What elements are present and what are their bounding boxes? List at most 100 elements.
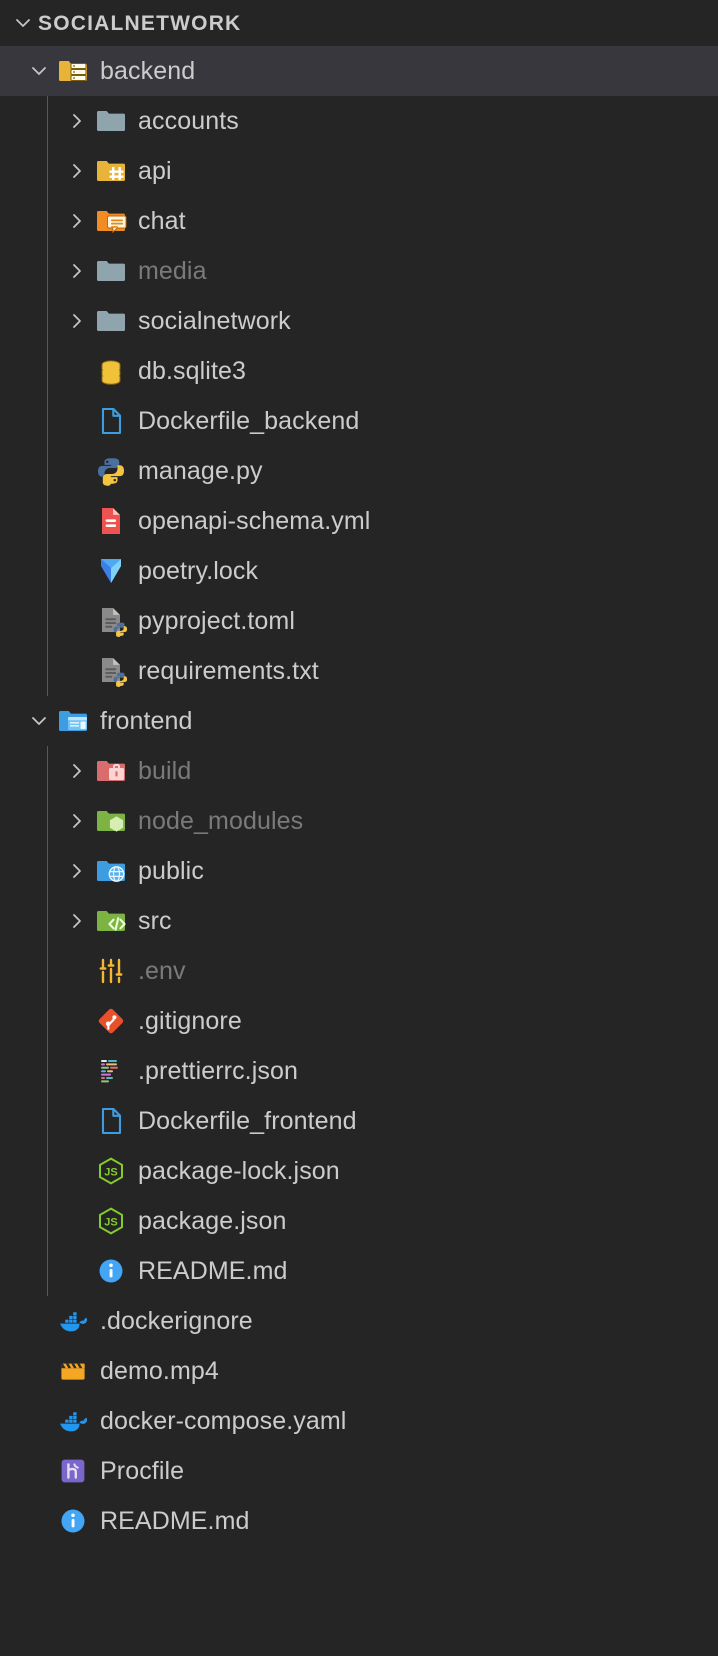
chevron-right-icon[interactable] bbox=[60, 846, 94, 896]
tree-item-label: demo.mp4 bbox=[100, 1359, 219, 1384]
tree-item-procfile[interactable]: Procfile bbox=[0, 1446, 718, 1496]
twisty-spacer bbox=[60, 496, 94, 546]
twisty-spacer bbox=[60, 346, 94, 396]
tree-item-label: .env bbox=[138, 959, 186, 984]
python-config-icon bbox=[94, 604, 128, 638]
twisty-spacer bbox=[22, 1446, 56, 1496]
tree-item-chat[interactable]: chat bbox=[0, 196, 718, 246]
tree-item-manage-py[interactable]: manage.py bbox=[0, 446, 718, 496]
tree-item-label: build bbox=[138, 759, 191, 784]
folder-default-icon bbox=[94, 304, 128, 338]
chevron-right-icon[interactable] bbox=[60, 146, 94, 196]
twisty-spacer bbox=[22, 1346, 56, 1396]
tree-item-label: Dockerfile_frontend bbox=[138, 1109, 357, 1134]
twisty-spacer bbox=[60, 446, 94, 496]
nodejs-icon: JS bbox=[94, 1154, 128, 1188]
tree-item-label: public bbox=[138, 859, 204, 884]
nodejs-icon: JS bbox=[94, 1204, 128, 1238]
tree-item-label: Dockerfile_backend bbox=[138, 409, 359, 434]
yaml-icon bbox=[94, 504, 128, 538]
explorer-root-row[interactable]: SOCIALNETWORK bbox=[0, 0, 718, 46]
tree-item-readme-md[interactable]: README.md bbox=[0, 1246, 718, 1296]
tree-item-label: .dockerignore bbox=[100, 1309, 253, 1334]
folder-src-icon bbox=[94, 904, 128, 938]
tree-item-db-sqlite3[interactable]: db.sqlite3 bbox=[0, 346, 718, 396]
tree-item-poetry-lock[interactable]: poetry.lock bbox=[0, 546, 718, 596]
tree-item-docker-compose-yaml[interactable]: docker-compose.yaml bbox=[0, 1396, 718, 1446]
tree-item-dockerfile-backend[interactable]: Dockerfile_backend bbox=[0, 396, 718, 446]
tree-item-src[interactable]: src bbox=[0, 896, 718, 946]
tree-item-socialnetwork[interactable]: socialnetwork bbox=[0, 296, 718, 346]
tree-item-dockerfile-frontend[interactable]: Dockerfile_frontend bbox=[0, 1096, 718, 1146]
database-icon bbox=[94, 354, 128, 388]
chevron-right-icon[interactable] bbox=[60, 246, 94, 296]
python-config-icon bbox=[94, 654, 128, 688]
tree-item-label: chat bbox=[138, 209, 186, 234]
folder-api-icon bbox=[94, 154, 128, 188]
tree-item-label: pyproject.toml bbox=[138, 609, 295, 634]
tree-item-pyproject-toml[interactable]: pyproject.toml bbox=[0, 596, 718, 646]
docker-icon bbox=[56, 1404, 90, 1438]
chevron-right-icon[interactable] bbox=[60, 196, 94, 246]
file-blue-outline-icon bbox=[94, 404, 128, 438]
tree-item-package-json[interactable]: JSpackage.json bbox=[0, 1196, 718, 1246]
twisty-spacer bbox=[60, 596, 94, 646]
heroku-icon bbox=[56, 1454, 90, 1488]
tree-item-media[interactable]: media bbox=[0, 246, 718, 296]
tree-item-public[interactable]: public bbox=[0, 846, 718, 896]
video-icon bbox=[56, 1354, 90, 1388]
info-icon bbox=[56, 1504, 90, 1538]
twisty-spacer bbox=[60, 646, 94, 696]
info-icon bbox=[94, 1254, 128, 1288]
twisty-spacer bbox=[60, 1146, 94, 1196]
tree-item-frontend[interactable]: frontend bbox=[0, 696, 718, 746]
tree-item-label: src bbox=[138, 909, 172, 934]
tree-item-label: .gitignore bbox=[138, 1009, 242, 1034]
tree-item-backend[interactable]: backend bbox=[0, 46, 718, 96]
tree-item-openapi-schema-yml[interactable]: openapi-schema.yml bbox=[0, 496, 718, 546]
tree-item-node-modules[interactable]: node_modules bbox=[0, 796, 718, 846]
tree-item-demo-mp4[interactable]: demo.mp4 bbox=[0, 1346, 718, 1396]
tree-item-env[interactable]: .env bbox=[0, 946, 718, 996]
twisty-spacer bbox=[60, 1246, 94, 1296]
folder-public-icon bbox=[94, 854, 128, 888]
tree-item-label: frontend bbox=[100, 709, 193, 734]
tree-item-build[interactable]: build bbox=[0, 746, 718, 796]
tree-item-label: openapi-schema.yml bbox=[138, 509, 370, 534]
tree-item-label: backend bbox=[100, 59, 195, 84]
folder-default-icon bbox=[94, 254, 128, 288]
file-explorer-tree: SOCIALNETWORK backend accounts api chat media… bbox=[0, 0, 718, 1656]
tree-item-label: manage.py bbox=[138, 459, 263, 484]
python-icon bbox=[94, 454, 128, 488]
tree-item-gitignore[interactable]: .gitignore bbox=[0, 996, 718, 1046]
chevron-down-icon[interactable] bbox=[22, 696, 56, 746]
twisty-spacer bbox=[22, 1496, 56, 1546]
chevron-right-icon[interactable] bbox=[60, 96, 94, 146]
chevron-right-icon[interactable] bbox=[60, 796, 94, 846]
svg-text:JS: JS bbox=[104, 1217, 117, 1229]
tree-item-accounts[interactable]: accounts bbox=[0, 96, 718, 146]
tree-item-requirements-txt[interactable]: requirements.txt bbox=[0, 646, 718, 696]
chevron-down-icon[interactable] bbox=[22, 46, 56, 96]
chevron-right-icon[interactable] bbox=[60, 296, 94, 346]
chevron-right-icon[interactable] bbox=[60, 896, 94, 946]
chevron-down-icon[interactable] bbox=[8, 0, 38, 46]
folder-default-icon bbox=[94, 104, 128, 138]
tree-item-api[interactable]: api bbox=[0, 146, 718, 196]
tree-item-prettierrc-json[interactable]: .prettierrc.json bbox=[0, 1046, 718, 1096]
prettier-icon bbox=[94, 1054, 128, 1088]
chevron-right-icon[interactable] bbox=[60, 746, 94, 796]
folder-frontend-icon bbox=[56, 704, 90, 738]
tree-item-readme-md[interactable]: README.md bbox=[0, 1496, 718, 1546]
svg-text:JS: JS bbox=[104, 1167, 117, 1179]
tree-item-package-lock-json[interactable]: JSpackage-lock.json bbox=[0, 1146, 718, 1196]
docker-icon bbox=[56, 1304, 90, 1338]
file-blue-outline-icon bbox=[94, 1104, 128, 1138]
tree-item-label: .prettierrc.json bbox=[138, 1059, 298, 1084]
tree-item-dockerignore[interactable]: .dockerignore bbox=[0, 1296, 718, 1346]
tree-item-label: node_modules bbox=[138, 809, 303, 834]
twisty-spacer bbox=[60, 996, 94, 1046]
twisty-spacer bbox=[60, 1046, 94, 1096]
tree-item-label: db.sqlite3 bbox=[138, 359, 246, 384]
tree-item-label: accounts bbox=[138, 109, 239, 134]
